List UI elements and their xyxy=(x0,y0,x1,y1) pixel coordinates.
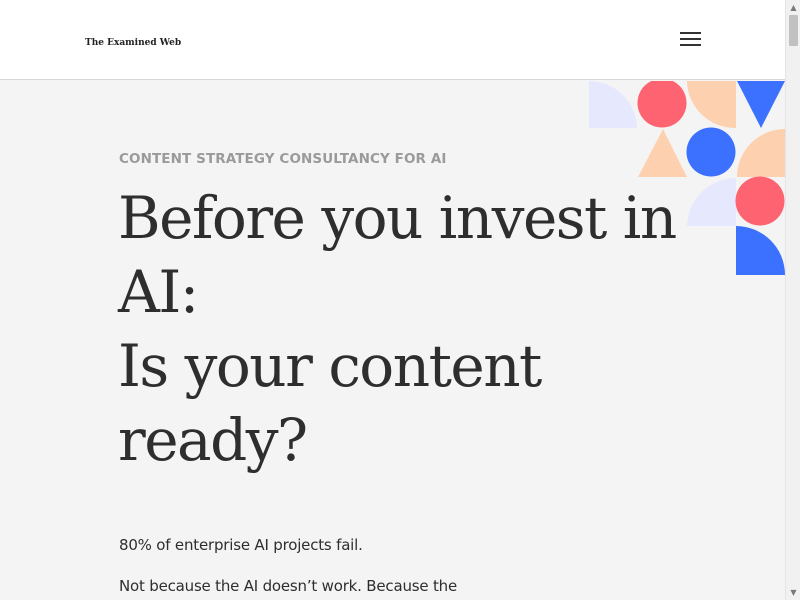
scrollbar-thumb[interactable] xyxy=(789,15,798,46)
hero-paragraph-1: 80% of enterprise AI projects fail. xyxy=(119,536,363,554)
scroll-down-arrow-icon[interactable]: ▼ xyxy=(786,585,800,600)
coral-circle xyxy=(637,81,687,128)
hero-headline: Before you invest in AI: Is your content… xyxy=(118,181,678,477)
lavender-quarter-circle-lower xyxy=(687,178,736,226)
scroll-up-arrow-icon[interactable]: ▲ xyxy=(786,0,800,15)
peach-quarter-circle xyxy=(737,129,785,177)
site-header: The Examined Web xyxy=(0,0,785,80)
headline-line-1: Before you invest in xyxy=(118,184,677,252)
hamburger-menu-icon[interactable] xyxy=(680,31,702,47)
blue-quarter-circle xyxy=(736,226,785,275)
blue-circle xyxy=(686,127,736,177)
lavender-quarter-circle xyxy=(589,81,637,128)
peach-half-circle xyxy=(687,81,736,129)
headline-line-4: ready? xyxy=(118,406,308,474)
hero-paragraph-2: Not because the AI doesn’t work. Because… xyxy=(119,577,457,595)
peach-triangle xyxy=(638,129,687,177)
site-logo[interactable]: The Examined Web xyxy=(85,38,181,48)
vertical-scrollbar[interactable]: ▲ ▼ xyxy=(785,0,800,600)
blue-triangle xyxy=(737,81,785,128)
headline-line-2: AI: xyxy=(118,258,199,326)
coral-circle-lower xyxy=(735,176,785,226)
headline-line-3: Is your content xyxy=(118,332,542,400)
hero-eyebrow: CONTENT STRATEGY CONSULTANCY FOR AI xyxy=(119,151,447,167)
hero-section: CONTENT STRATEGY CONSULTANCY FOR AI Befo… xyxy=(0,81,785,600)
